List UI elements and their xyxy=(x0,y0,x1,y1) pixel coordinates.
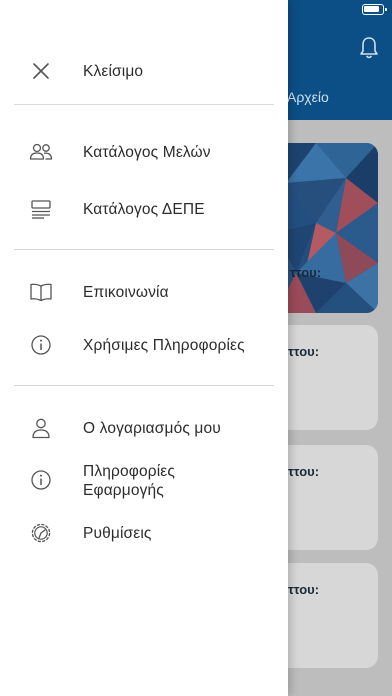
menu-item-contact[interactable]: Επικοινωνία xyxy=(0,272,288,312)
menu-item-my-account[interactable]: Ο λογαριασμός μου xyxy=(0,408,288,448)
divider xyxy=(14,385,274,386)
list-icon xyxy=(28,196,54,222)
menu-item-app-info[interactable]: Πληροφορίες Εφαρμογής xyxy=(0,459,288,503)
card-title: ττου: xyxy=(288,464,320,479)
menu-item-label: Ο λογαριασμός μου xyxy=(83,420,221,437)
gear-icon xyxy=(28,520,54,546)
menu-item-label: Χρήσιμες Πληροφορίες xyxy=(83,337,245,354)
menu-item-useful-info[interactable]: Χρήσιμες Πληροφορίες xyxy=(0,325,288,365)
close-menu-button[interactable]: Κλείσιμο xyxy=(0,52,288,90)
divider xyxy=(14,104,274,105)
news-card[interactable]: ττου: xyxy=(276,445,378,550)
book-icon xyxy=(28,279,54,305)
menu-item-label: Επικοινωνία xyxy=(83,284,169,301)
people-icon xyxy=(28,139,54,165)
menu-item-label: Κατάλογος ΔΕΠΕ xyxy=(83,201,205,218)
menu-item-label: Κατάλογος Μελών xyxy=(83,144,211,161)
menu-item-label: Πληροφορίες Εφαρμογής xyxy=(83,463,175,499)
tab-archive[interactable]: Αρχείο xyxy=(287,89,329,105)
info-icon xyxy=(28,332,54,358)
card-title: ττου: xyxy=(288,344,320,359)
menu-item-label: Ρυθμίσεις xyxy=(83,525,152,542)
navigation-drawer: Κλείσιμο Κατάλογος Μελών Κατάλογος ΔΕΠΕ … xyxy=(0,0,288,696)
info-icon xyxy=(28,467,54,493)
news-card[interactable]: ττου: xyxy=(276,563,378,668)
card-title: ττου: xyxy=(288,582,320,597)
menu-item-depe-directory[interactable]: Κατάλογος ΔΕΠΕ xyxy=(0,189,288,229)
close-menu-label: Κλείσιμο xyxy=(83,63,144,80)
hero-banner[interactable]: ττου: xyxy=(276,143,378,313)
news-card[interactable]: ττου: xyxy=(276,325,378,430)
app-screen: Αρχείο ττου: ττου: ττου: ττου: Κλείσιμο … xyxy=(0,0,392,696)
menu-item-settings[interactable]: Ρυθμίσεις xyxy=(0,513,288,553)
bell-icon[interactable] xyxy=(358,36,380,60)
menu-item-members-directory[interactable]: Κατάλογος Μελών xyxy=(0,132,288,172)
divider xyxy=(14,249,274,250)
user-icon xyxy=(28,415,54,441)
hero-title: ττου: xyxy=(290,265,322,280)
close-icon xyxy=(28,58,54,84)
battery-icon xyxy=(362,4,387,15)
